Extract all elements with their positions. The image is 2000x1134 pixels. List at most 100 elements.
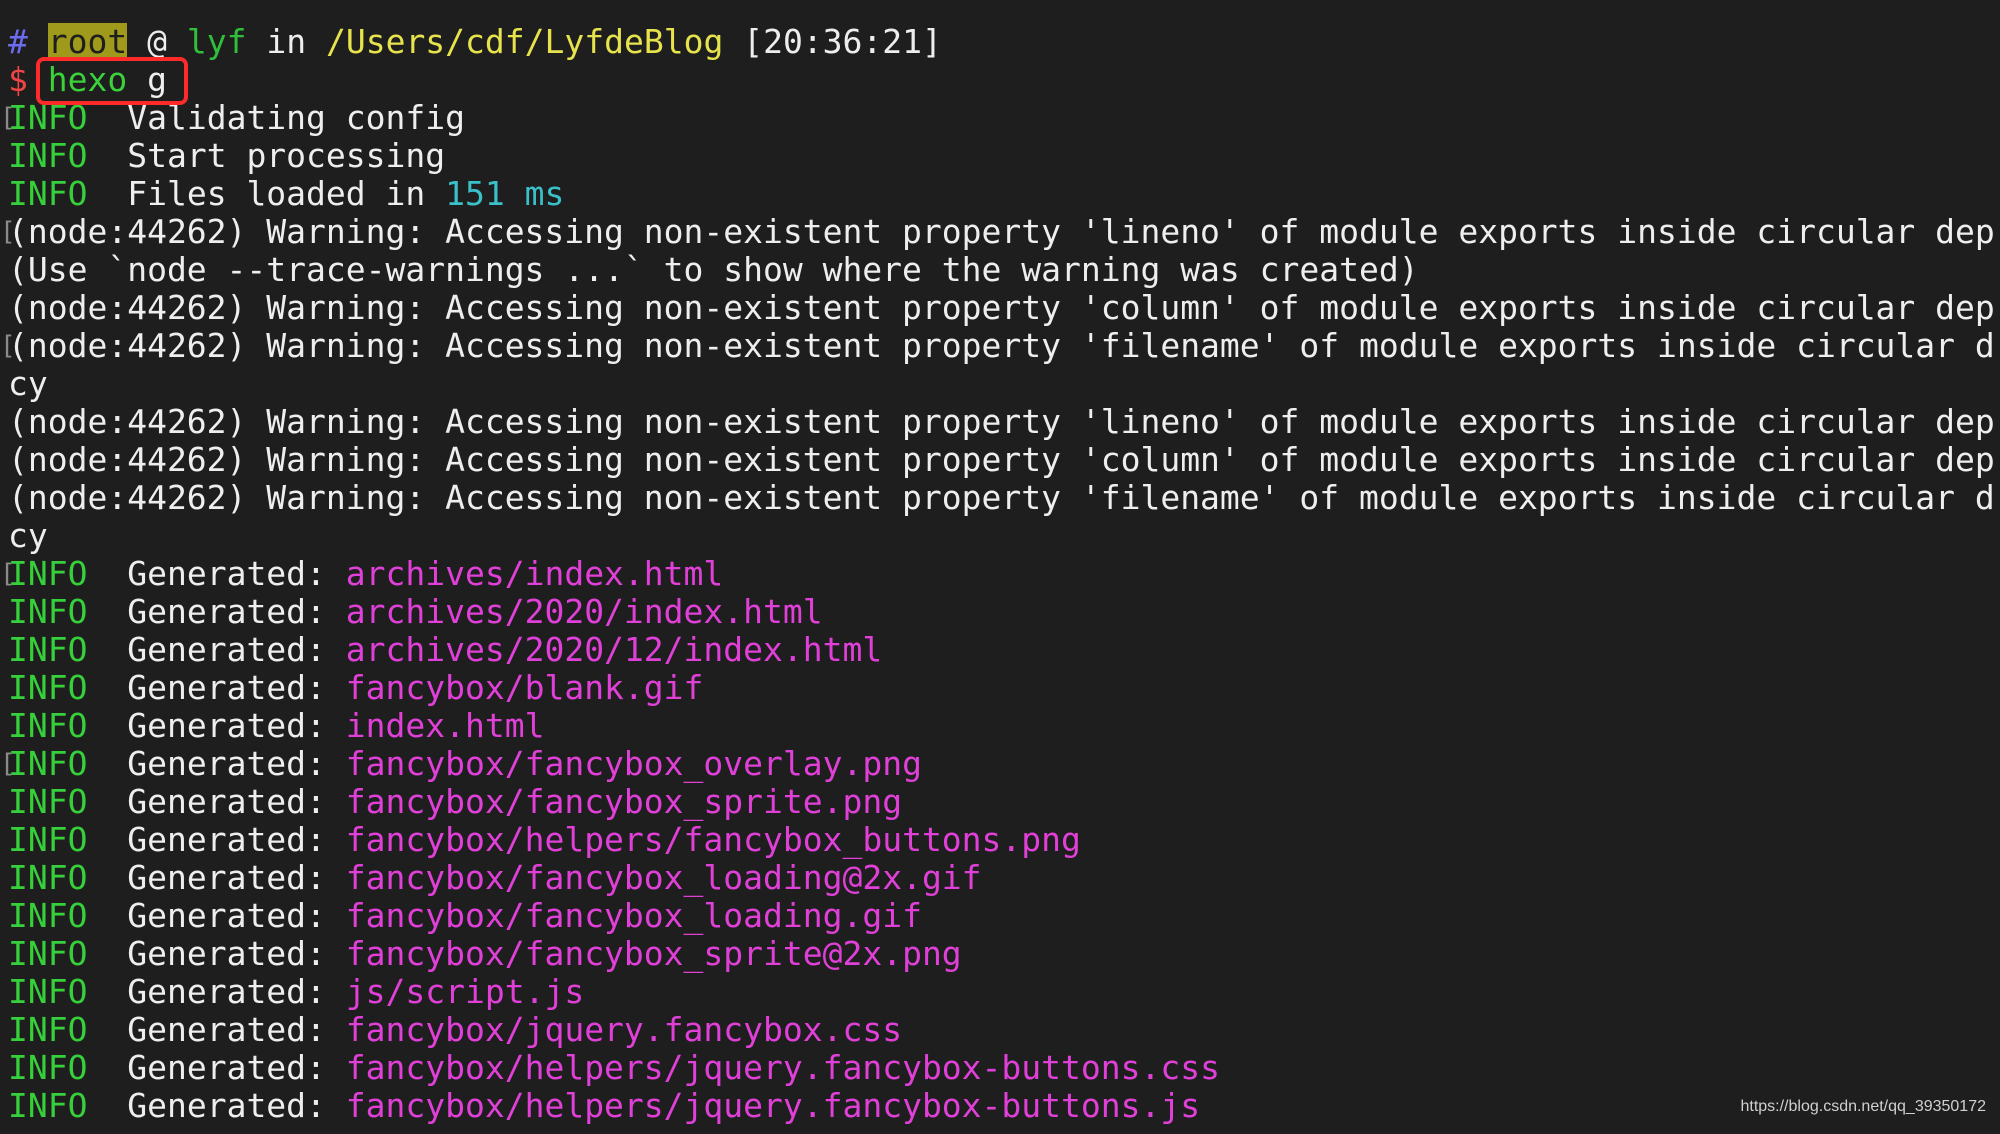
info-text: Start processing: [127, 137, 446, 175]
generated-label: Generated:: [127, 707, 346, 745]
warning-text: (node:44262) Warning: Accessing non-exis…: [8, 213, 1995, 251]
generated-file-path: archives/index.html: [345, 555, 724, 593]
command-line[interactable]: $ hexo g: [0, 61, 2000, 99]
generated-file-path: archives/2020/12/index.html: [345, 631, 883, 669]
generated-file-path: fancybox/fancybox_sprite@2x.png: [345, 935, 962, 973]
prompt-dollar: $: [8, 61, 28, 99]
generated-line: INFO Generated: fancybox/fancybox_loadin…: [0, 859, 2000, 897]
line-marker-icon: [: [0, 331, 16, 361]
warning-text: (node:44262) Warning: Accessing non-exis…: [8, 441, 1995, 479]
info-label: INFO: [8, 669, 88, 707]
warning-line: cy: [0, 517, 2000, 555]
generated-file-path: js/script.js: [345, 973, 585, 1011]
generated-line: INFO Generated: fancybox/fancybox_sprite…: [0, 935, 2000, 973]
generated-line: INFO Generated: fancybox/helpers/jquery.…: [0, 1049, 2000, 1087]
generated-label: Generated:: [127, 1087, 346, 1125]
info-label: INFO: [8, 935, 88, 973]
generated-file-path: fancybox/fancybox_loading.gif: [345, 897, 922, 935]
generated-label: Generated:: [127, 593, 346, 631]
generated-label: Generated:: [127, 631, 346, 669]
info-label: INFO: [8, 821, 88, 859]
warning-line: cy: [0, 365, 2000, 403]
generated-label: Generated:: [127, 745, 346, 783]
prompt-path: /Users/cdf/LyfdeBlog: [325, 23, 724, 61]
warning-text: (node:44262) Warning: Accessing non-exis…: [8, 403, 1995, 441]
generated-file-path: fancybox/helpers/jquery.fancybox-buttons…: [345, 1049, 1220, 1087]
generated-label: Generated:: [127, 973, 346, 1011]
info-label: INFO: [8, 631, 88, 669]
terminal-window[interactable]: # root @ lyf in /Users/cdf/LyfdeBlog [20…: [0, 0, 2000, 1134]
generated-label: Generated:: [127, 897, 346, 935]
warning-line: [(node:44262) Warning: Accessing non-exi…: [0, 327, 2000, 365]
generated-file-path: fancybox/blank.gif: [345, 669, 704, 707]
info-label: INFO: [8, 175, 88, 213]
info-label: INFO: [8, 973, 88, 1011]
generated-label: Generated:: [127, 555, 346, 593]
generated-line: INFO Generated: archives/2020/12/index.h…: [0, 631, 2000, 669]
warning-line: (node:44262) Warning: Accessing non-exis…: [0, 289, 2000, 327]
generated-label: Generated:: [127, 1011, 346, 1049]
generated-file-path: fancybox/fancybox_loading@2x.gif: [345, 859, 982, 897]
info-line-files-loaded: INFO Files loaded in 151 ms: [0, 175, 2000, 213]
warning-line: (node:44262) Warning: Accessing non-exis…: [0, 479, 2000, 517]
info-label: INFO: [8, 593, 88, 631]
info-label: INFO: [8, 859, 88, 897]
warning-line: (Use `node --trace-warnings ...` to show…: [0, 251, 2000, 289]
warning-text: cy: [8, 517, 48, 555]
warning-text: (Use `node --trace-warnings ...` to show…: [8, 251, 1419, 289]
generated-label: Generated:: [127, 859, 346, 897]
generated-file-path: fancybox/fancybox_sprite.png: [345, 783, 903, 821]
info-line: INFO Start processing: [0, 137, 2000, 175]
terminal-output: [INFO Validating config INFO Start proces…: [0, 99, 2000, 1125]
prompt-host: lyf: [186, 23, 247, 61]
generated-line: INFO Generated: fancybox/jquery.fancybox…: [0, 1011, 2000, 1049]
info-label: INFO: [8, 1087, 88, 1125]
line-marker-icon: [: [0, 103, 16, 133]
prompt-hash: #: [8, 23, 28, 61]
generated-line: INFO Generated: archives/2020/index.html: [0, 593, 2000, 631]
generated-label: Generated:: [127, 669, 346, 707]
info-label: INFO: [8, 707, 88, 745]
generated-label: Generated:: [127, 935, 346, 973]
line-marker-icon: [: [0, 217, 16, 247]
generated-line: [INFO Generated: archives/index.html: [0, 555, 2000, 593]
generated-file-path: fancybox/helpers/fancybox_buttons.png: [345, 821, 1081, 859]
prompt-line: # root @ lyf in /Users/cdf/LyfdeBlog [20…: [0, 23, 2000, 61]
generated-file-path: index.html: [345, 707, 545, 745]
watermark: https://blog.csdn.net/qq_39350172: [1740, 1098, 1986, 1115]
warning-line: (node:44262) Warning: Accessing non-exis…: [0, 441, 2000, 479]
generated-line: INFO Generated: js/script.js: [0, 973, 2000, 1011]
info-label: INFO: [8, 783, 88, 821]
warning-line: [(node:44262) Warning: Accessing non-exi…: [0, 213, 2000, 251]
generated-line: INFO Generated: fancybox/helpers/jquery.…: [0, 1087, 2000, 1125]
generated-label: Generated:: [127, 821, 346, 859]
generated-line: INFO Generated: fancybox/blank.gif: [0, 669, 2000, 707]
info-label: INFO: [8, 555, 88, 593]
warning-text: (node:44262) Warning: Accessing non-exis…: [8, 327, 1995, 365]
line-marker-icon: [: [0, 749, 16, 779]
info-label: INFO: [8, 137, 88, 175]
warning-text: (node:44262) Warning: Accessing non-exis…: [8, 289, 1995, 327]
files-loaded-text: Files loaded in: [127, 175, 446, 213]
warning-text: cy: [8, 365, 48, 403]
info-label: INFO: [8, 1011, 88, 1049]
info-line: [INFO Validating config: [0, 99, 2000, 137]
warning-line: (node:44262) Warning: Accessing non-exis…: [0, 403, 2000, 441]
prompt-in: in: [266, 23, 307, 61]
files-loaded-value: 151 ms: [445, 175, 565, 213]
generated-label: Generated:: [127, 783, 346, 821]
generated-label: Generated:: [127, 1049, 346, 1087]
prompt-user: root: [47, 23, 128, 61]
line-marker-icon: [: [0, 559, 16, 589]
info-label: INFO: [8, 745, 88, 783]
command-highlight-box: [36, 57, 188, 105]
warning-text: (node:44262) Warning: Accessing non-exis…: [8, 479, 1995, 517]
info-label: INFO: [8, 897, 88, 935]
generated-line: INFO Generated: fancybox/helpers/fancybo…: [0, 821, 2000, 859]
prompt-time: [20:36:21]: [743, 23, 942, 61]
generated-line: INFO Generated: index.html: [0, 707, 2000, 745]
generated-line: INFO Generated: fancybox/fancybox_sprite…: [0, 783, 2000, 821]
generated-file-path: archives/2020/index.html: [345, 593, 823, 631]
generated-file-path: fancybox/fancybox_overlay.png: [345, 745, 922, 783]
info-label: INFO: [8, 1049, 88, 1087]
